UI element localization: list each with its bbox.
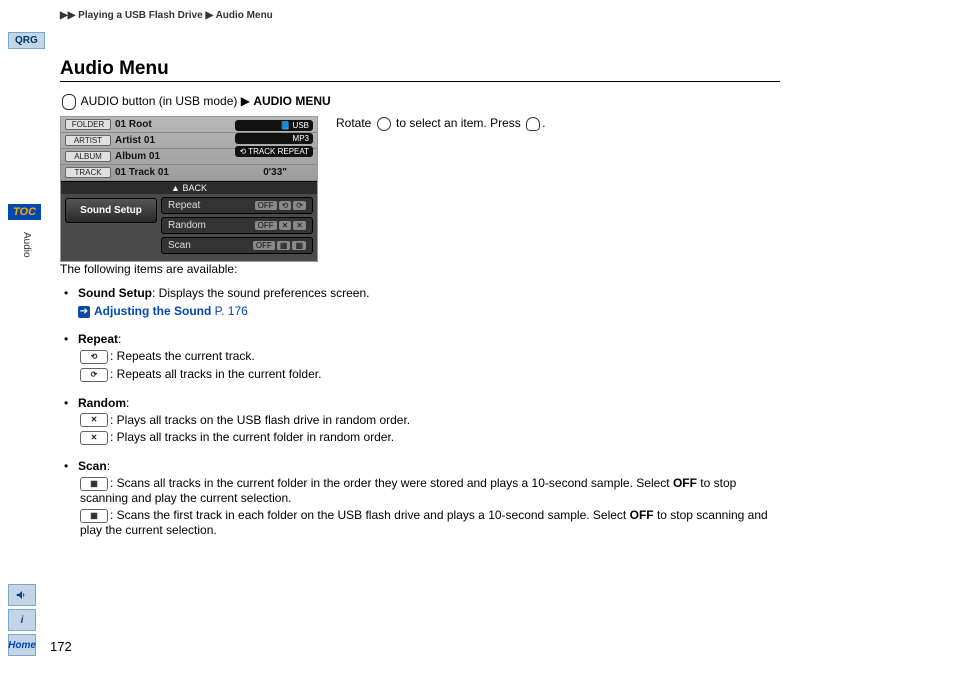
toc-tab[interactable]: TOC	[8, 204, 41, 220]
random-all-icon: ✕	[80, 413, 108, 427]
desc: : Scans all tracks in the current folder…	[110, 476, 673, 490]
breadcrumb-parent[interactable]: Playing a USB Flash Drive	[78, 10, 203, 21]
repeat-folder-icon: ⟳	[80, 368, 108, 382]
desc: : Repeats all tracks in the current fold…	[110, 367, 321, 381]
off-label: OFF	[630, 508, 654, 522]
back-label: ▲ BACK	[61, 181, 317, 194]
repeat-track-icon: ⟲	[80, 350, 108, 364]
status-badges: 📘 USB MP3 ⟲ TRACK REPEAT	[235, 120, 313, 157]
scan-folder-icon: ▦	[80, 477, 108, 491]
repeat-track-icon: ⟲	[279, 201, 292, 210]
track-value: 01 Track 01	[115, 167, 263, 178]
menu-label: Scan	[168, 240, 191, 251]
repeat-badge: ⟲ TRACK REPEAT	[235, 146, 313, 157]
menu-label: Random	[168, 220, 206, 231]
page-title: Audio Menu	[60, 58, 780, 82]
colon: :	[107, 459, 110, 473]
home-button[interactable]: Home	[8, 634, 36, 656]
random-folder-icon: ✕	[293, 221, 306, 230]
desc: : Scans the first track in each folder o…	[110, 508, 630, 522]
item-desc: : Displays the sound preferences screen.	[152, 286, 369, 300]
step-target: AUDIO MENU	[253, 94, 330, 108]
desc: : Plays all tracks on the USB flash driv…	[110, 413, 410, 427]
item-title: Sound Setup	[78, 286, 152, 300]
item-random: Random: ✕: Plays all tracks on the USB f…	[78, 396, 780, 446]
artist-label: ARTIST	[65, 135, 111, 146]
menu-row-repeat: Repeat OFF⟲⟳	[161, 197, 313, 214]
rotate-dial-icon	[377, 117, 391, 131]
text: to select an item. Press	[393, 116, 524, 130]
text: .	[542, 116, 545, 130]
off-icon: OFF	[255, 201, 277, 210]
operation-step: AUDIO button (in USB mode) ▶ AUDIO MENU	[60, 94, 780, 110]
usb-badge: 📘 USB	[235, 120, 313, 131]
folder-label: FOLDER	[65, 119, 111, 130]
item-repeat: Repeat: ⟲: Repeats the current track. ⟳:…	[78, 332, 780, 382]
album-label: ALBUM	[65, 151, 111, 162]
info-button[interactable]: i	[8, 609, 36, 631]
item-title: Random	[78, 396, 126, 410]
step-pre: AUDIO button (in USB mode)	[81, 94, 238, 108]
breadcrumb-current: Audio Menu	[216, 10, 273, 21]
section-label-audio: Audio	[21, 232, 32, 258]
scan-folder-icon: ▦	[277, 241, 291, 250]
menu-row-random: Random OFF✕✕	[161, 217, 313, 234]
press-dial-icon	[526, 117, 540, 131]
off-icon: OFF	[255, 221, 277, 230]
button-icon	[62, 94, 76, 110]
off-label: OFF	[673, 476, 697, 490]
track-label: TRACK	[65, 167, 111, 178]
voice-help-button[interactable]	[8, 584, 36, 606]
desc: : Repeats the current track.	[110, 349, 255, 363]
breadcrumb: ▶▶ Playing a USB Flash Drive ▶ Audio Men…	[60, 10, 273, 21]
intro-text: The following items are available:	[60, 262, 780, 276]
voice-icon	[15, 588, 29, 602]
colon: :	[118, 332, 121, 346]
mp3-badge: MP3	[235, 133, 313, 144]
colon: :	[126, 396, 129, 410]
link-adjusting-sound[interactable]: Adjusting the Sound P. 176	[94, 304, 248, 318]
qrg-tab[interactable]: QRG	[8, 32, 45, 49]
repeat-folder-icon: ⟳	[293, 201, 306, 210]
text: Rotate	[336, 116, 375, 130]
random-all-icon: ✕	[279, 221, 292, 230]
chevron-right-icon: ▶▶	[60, 10, 75, 21]
desc: : Plays all tracks in the current folder…	[110, 430, 394, 444]
item-title: Scan	[78, 459, 107, 473]
elapsed-time: 0'33"	[263, 167, 287, 178]
chevron-right-icon: ▶	[241, 94, 250, 108]
device-screenshot: FOLDER01 Root ARTISTArtist 01 ALBUMAlbum…	[60, 116, 318, 262]
sound-setup-button: Sound Setup	[65, 198, 157, 223]
menu-row-scan: Scan OFF▦▦	[161, 237, 313, 254]
scan-all-icon: ▦	[292, 241, 306, 250]
item-title: Repeat	[78, 332, 118, 346]
random-folder-icon: ✕	[80, 431, 108, 445]
link-arrow-icon: ➔	[78, 306, 90, 318]
item-sound-setup: Sound Setup: Displays the sound preferen…	[78, 286, 780, 318]
scan-all-icon: ▦	[80, 509, 108, 523]
menu-label: Repeat	[168, 200, 200, 211]
chevron-right-icon: ▶	[205, 10, 213, 21]
off-icon: OFF	[253, 241, 275, 250]
item-scan: Scan: ▦: Scans all tracks in the current…	[78, 459, 780, 537]
page-number: 172	[50, 639, 72, 654]
